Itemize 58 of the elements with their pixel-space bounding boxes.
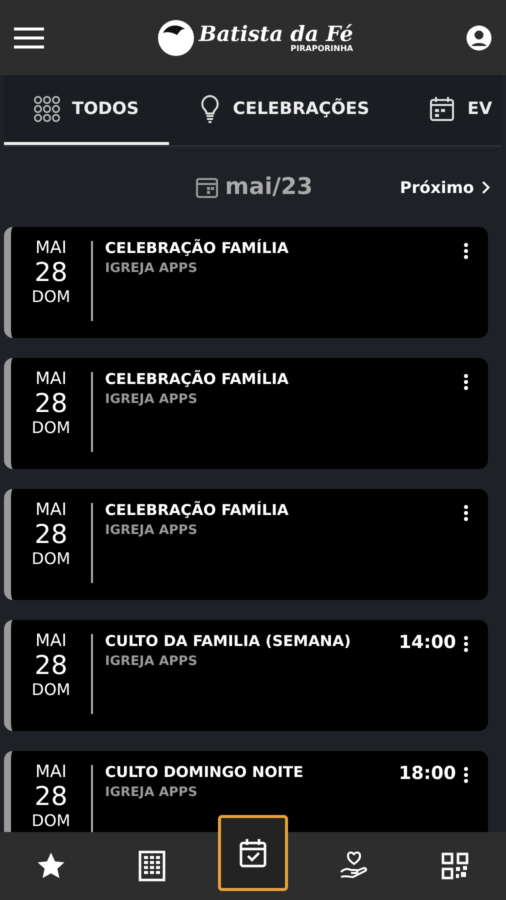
more-icon [464, 243, 468, 259]
event-title: CULTO DOMINGO NOITE [105, 763, 304, 781]
building-icon [138, 850, 166, 882]
event-title: CULTO DA FAMILIA (SEMANA) [105, 632, 352, 650]
event-time: 18:00 [398, 763, 456, 786]
event-month: MAI [35, 632, 67, 652]
event-day: 28 [34, 782, 68, 812]
event-weekday: DOM [32, 812, 70, 831]
event-card[interactable]: MAI 28 DOM CELEBRAÇÃO FAMÍLIA IGREJA APPS [4, 358, 488, 469]
nav-button[interactable] [218, 815, 288, 891]
logo-icon [156, 18, 195, 56]
event-card[interactable]: MAI 28 DOM CELEBRAÇÃO FAMÍLIA IGREJA APPS [4, 227, 488, 338]
calendar-icon [196, 176, 218, 198]
logo-subtitle: PIRAPORINHA [290, 44, 354, 52]
more-icon [464, 767, 468, 783]
event-card[interactable]: MAI 28 DOM CULTO DOMINGO NOITE IGREJA APPS 18:00 [4, 751, 488, 832]
event-title: CELEBRAÇÃO FAMÍLIA [105, 370, 290, 388]
event-weekday: DOM [32, 419, 70, 438]
event-day: 28 [34, 520, 68, 550]
chevron-right-icon [482, 180, 490, 194]
event-day: 28 [34, 390, 68, 420]
menu-icon [14, 26, 44, 48]
account-icon [466, 24, 492, 50]
event-time: 14:00 [398, 632, 456, 655]
qr-code-icon [441, 852, 470, 880]
event-day: 28 [34, 258, 68, 288]
tab[interactable]: CELEBRAÇÕES [168, 75, 400, 145]
lightbulb-icon [198, 94, 221, 124]
logo-title: Batista da Fé [198, 22, 354, 44]
event-subtitle: IGREJA APPS [105, 785, 198, 800]
more-icon [464, 636, 468, 652]
event-card[interactable]: MAI 28 DOM CULTO DA FAMILIA (SEMANA) IGREJA APPS 14:00 [4, 620, 488, 731]
grid-icon [34, 96, 60, 122]
tab[interactable]: EV [399, 75, 502, 145]
event-weekday: DOM [32, 288, 70, 307]
event-day: 28 [34, 652, 68, 682]
event-subtitle: IGREJA APPS [105, 261, 198, 276]
event-card[interactable]: MAI 28 DOM CELEBRAÇÃO FAMÍLIA IGREJA APPS [4, 489, 488, 600]
event-weekday: DOM [32, 681, 70, 700]
event-subtitle: IGREJA APPS [105, 654, 198, 669]
calendar-icon [429, 96, 456, 122]
event-title: CELEBRAÇÃO FAMÍLIA [105, 239, 290, 257]
next-button[interactable]: Próximo [394, 176, 496, 198]
menu-button[interactable] [14, 26, 44, 48]
month-label: mai/23 [225, 174, 313, 200]
account-button[interactable] [466, 24, 492, 50]
event-month: MAI [35, 501, 67, 521]
more-icon [464, 374, 468, 390]
event-month: MAI [35, 239, 67, 259]
calendar-check-icon [238, 838, 267, 868]
event-subtitle: IGREJA APPS [105, 392, 198, 407]
event-weekday: DOM [32, 550, 70, 569]
event-title: CELEBRAÇÃO FAMÍLIA [105, 501, 290, 519]
event-month: MAI [35, 763, 67, 783]
tab[interactable]: TODOS [4, 75, 169, 145]
event-month: MAI [35, 370, 67, 390]
more-icon [464, 505, 468, 521]
event-subtitle: IGREJA APPS [105, 523, 198, 538]
